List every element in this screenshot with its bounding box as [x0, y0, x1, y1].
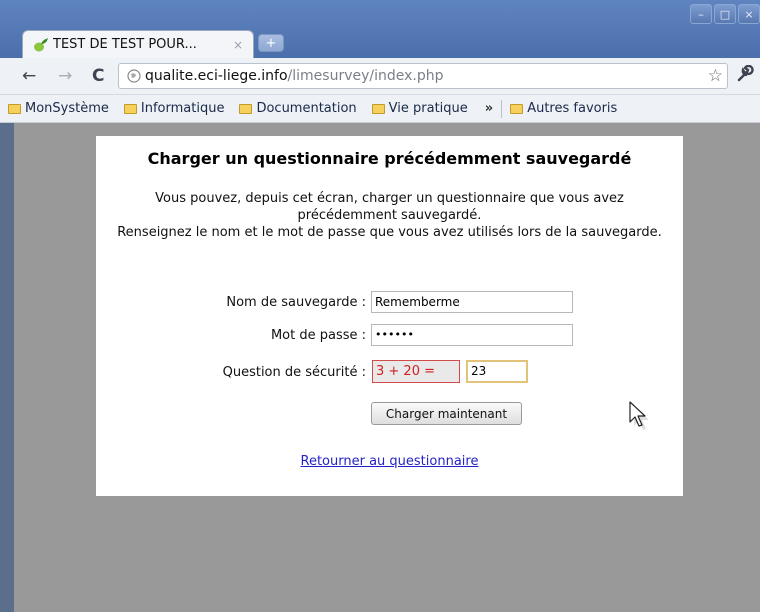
bookmark-vie-pratique[interactable]: Vie pratique: [371, 101, 468, 116]
folder-icon: [371, 103, 385, 114]
bookmark-label: Autres favoris: [527, 101, 618, 116]
reload-icon[interactable]: C: [92, 66, 104, 86]
description-line-1: Vous pouvez, depuis cet écran, charger u…: [155, 191, 624, 223]
folder-icon: [239, 103, 253, 114]
page-title: Charger un questionnaire précédemment sa…: [147, 149, 632, 168]
url-path: /limesurvey/index.php: [287, 68, 444, 84]
tab-close-icon[interactable]: ×: [233, 38, 243, 52]
limesurvey-favicon-icon: [34, 37, 48, 51]
load-survey-panel: Charger un questionnaire précédemment sa…: [96, 136, 683, 496]
page-description: Vous pouvez, depuis cet écran, charger u…: [116, 190, 663, 241]
folder-icon: [8, 103, 21, 114]
mouse-pointer-icon: [629, 401, 649, 430]
url-host: qualite.eci-liege.info: [145, 68, 288, 84]
bookmark-label: Documentation: [256, 101, 357, 116]
description-line-2: Renseignez le nom et le mot de passe que…: [117, 225, 662, 240]
bookmark-monsysteme[interactable]: MonSystème: [8, 101, 109, 116]
back-icon[interactable]: ←: [22, 66, 36, 86]
password-label: Mot de passe :: [270, 328, 366, 343]
tab-title: TEST DE TEST POUR...: [53, 37, 197, 52]
save-name-input[interactable]: [371, 291, 573, 313]
star-icon[interactable]: ☆: [708, 66, 723, 86]
captcha-image: 3 + 20 =: [372, 360, 460, 383]
security-question-label: Question de sécurité :: [222, 365, 366, 380]
password-input[interactable]: ••••••: [371, 324, 573, 346]
maximize-button[interactable]: □: [714, 4, 736, 24]
new-tab-button[interactable]: +: [258, 34, 284, 52]
globe-icon: [127, 69, 141, 83]
captcha-answer-input[interactable]: 23: [466, 360, 528, 383]
bookmarks-overflow-chevron-icon[interactable]: »: [485, 101, 493, 116]
browser-tab[interactable]: TEST DE TEST POUR... ×: [22, 30, 254, 58]
bookmarks-bar: MonSystème Informatique Documentation Vi…: [0, 95, 760, 123]
load-now-button[interactable]: Charger maintenant: [371, 402, 522, 425]
bookmark-autres-favoris[interactable]: Autres favoris: [510, 101, 617, 116]
window-controls: – □ ×: [690, 4, 760, 24]
bookmarks-divider: [501, 99, 503, 118]
bookmark-informatique[interactable]: Informatique: [123, 101, 225, 116]
forward-icon[interactable]: →: [58, 66, 72, 86]
browser-toolbar: ← → C qualite.eci-liege.info/limesurvey/…: [0, 58, 760, 95]
return-to-survey-link[interactable]: Retourner au questionnaire: [96, 454, 683, 469]
folder-icon: [510, 103, 524, 114]
bookmark-documentation[interactable]: Documentation: [239, 101, 357, 116]
close-window-button[interactable]: ×: [738, 4, 760, 24]
bookmark-label: Informatique: [140, 101, 225, 116]
folder-icon: [123, 103, 137, 114]
save-name-label: Nom de sauvegarde :: [226, 295, 366, 310]
page-viewport: Charger un questionnaire précédemment sa…: [14, 123, 760, 612]
bookmark-label: MonSystème: [25, 101, 109, 116]
address-bar[interactable]: qualite.eci-liege.info/limesurvey/index.…: [118, 63, 728, 89]
wrench-icon[interactable]: [736, 64, 754, 88]
window-titlebar: – □ × TEST DE TEST POUR... × +: [0, 0, 760, 58]
minimize-button[interactable]: –: [690, 4, 712, 24]
bookmark-label: Vie pratique: [388, 101, 468, 116]
